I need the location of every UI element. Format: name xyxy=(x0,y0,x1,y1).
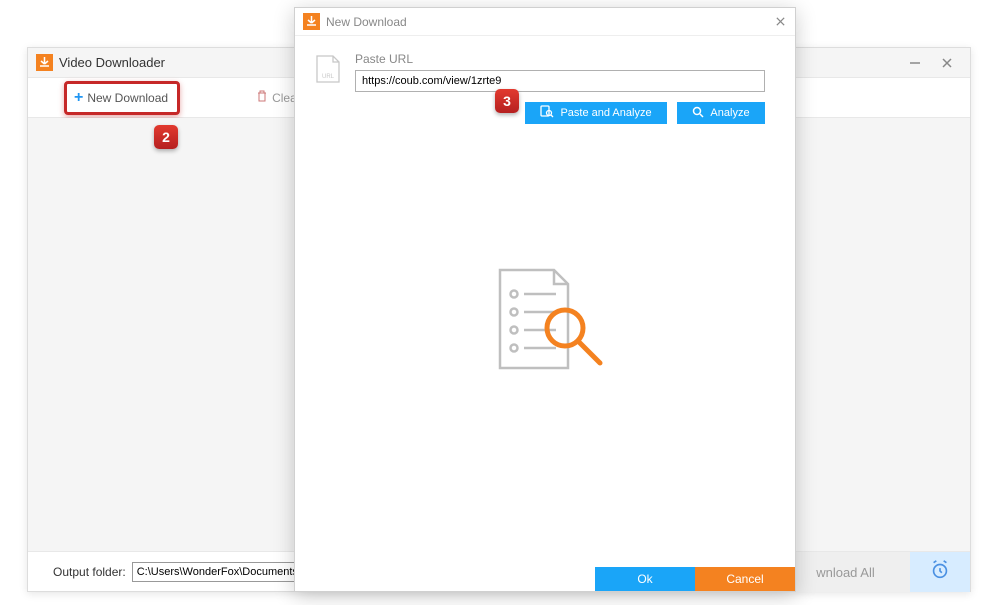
annotation-badge-2: 2 xyxy=(154,125,178,149)
schedule-button[interactable] xyxy=(910,552,970,592)
download-all-button[interactable]: wnload All xyxy=(780,552,910,592)
dialog-app-icon xyxy=(303,13,320,30)
new-download-button[interactable]: + New Download xyxy=(66,85,176,111)
paste-url-label: Paste URL xyxy=(355,52,765,66)
dialog-body: URL Paste URL Paste a xyxy=(295,36,795,124)
new-download-dialog: New Download URL Paste URL xyxy=(294,7,796,592)
new-download-label: New Download xyxy=(87,91,168,105)
close-icon[interactable] xyxy=(940,56,954,70)
output-folder-label: Output folder: xyxy=(53,565,126,579)
app-download-icon xyxy=(36,54,53,71)
analyze-button[interactable]: Analyze xyxy=(677,102,765,124)
url-input[interactable] xyxy=(355,70,765,92)
paste-search-icon xyxy=(540,105,554,121)
minimize-icon[interactable] xyxy=(908,56,922,70)
svg-text:URL: URL xyxy=(322,74,335,80)
document-search-illustration xyxy=(480,268,610,378)
window-controls xyxy=(908,56,954,70)
annotation-badge-3: 3 xyxy=(495,89,519,113)
trash-icon xyxy=(256,90,272,105)
dialog-title: New Download xyxy=(326,15,773,29)
search-icon xyxy=(692,106,704,121)
dialog-titlebar: New Download xyxy=(295,8,795,36)
plus-icon: + xyxy=(74,89,83,107)
url-document-icon: URL xyxy=(313,52,343,84)
ok-button[interactable]: Ok xyxy=(595,567,695,591)
dialog-footer: Ok Cancel xyxy=(295,567,795,591)
paste-and-analyze-button[interactable]: Paste and Analyze xyxy=(525,102,667,124)
clock-icon xyxy=(929,559,951,586)
output-folder-input[interactable] xyxy=(132,562,302,582)
dialog-close-icon[interactable] xyxy=(773,15,787,29)
cancel-button[interactable]: Cancel xyxy=(695,567,795,591)
